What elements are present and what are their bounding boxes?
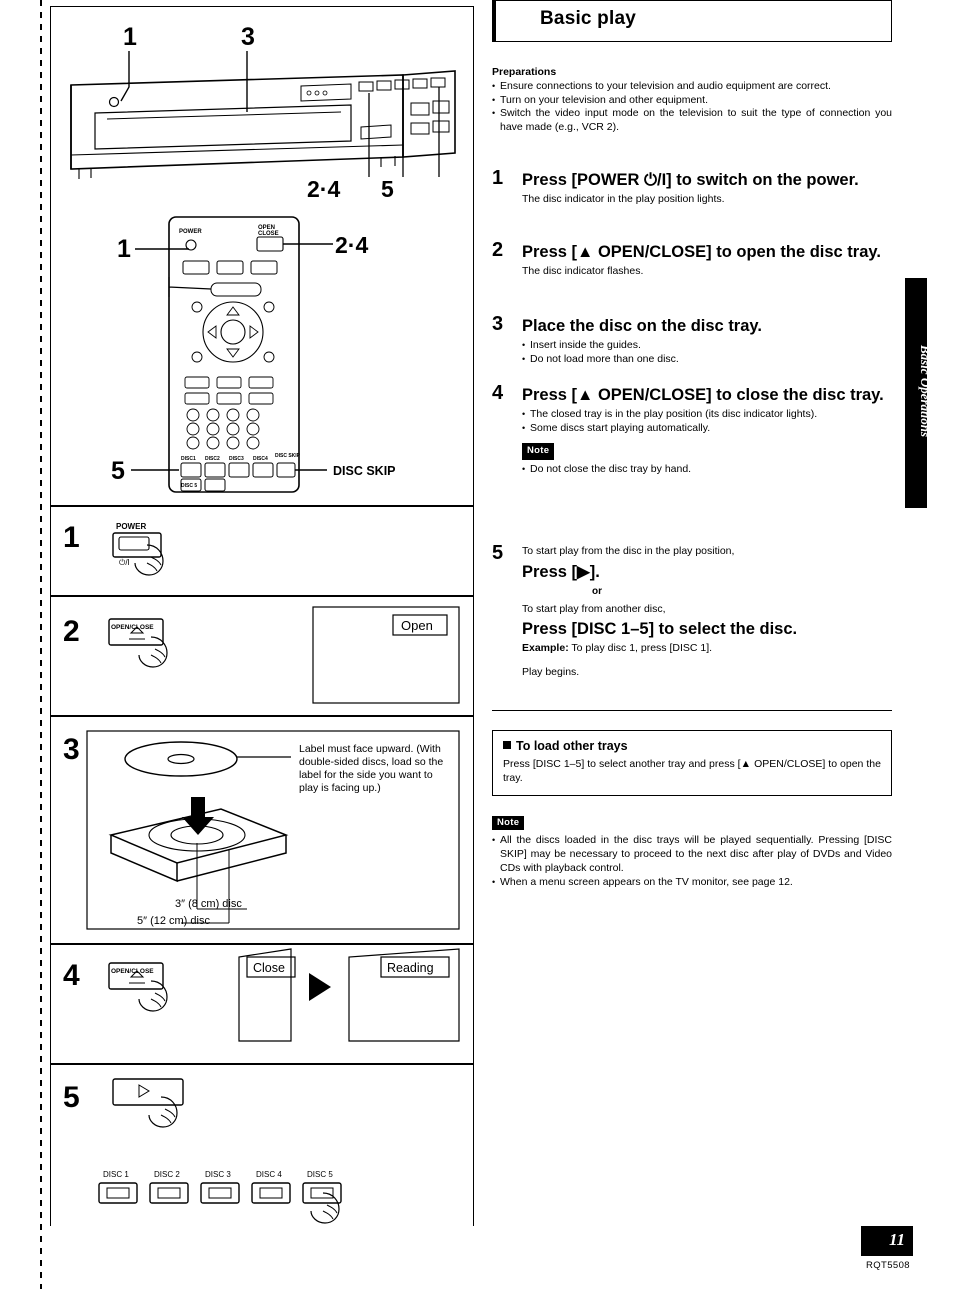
page-spine-dashes <box>40 0 42 1289</box>
step-subtext: The disc indicator in the play position … <box>522 193 725 205</box>
panel-step-1: 1 POWER ⏻/I <box>50 506 474 596</box>
page-title: Basic play <box>540 8 636 29</box>
svg-text:CLOSE: CLOSE <box>258 231 279 237</box>
svg-text:2·4: 2·4 <box>335 232 368 258</box>
svg-text:DISC1: DISC1 <box>181 456 196 462</box>
step-number: 2 <box>492 239 504 261</box>
step-1: 1 Press [POWER ⏻/I] to switch on the pow… <box>492 167 892 207</box>
load-trays-heading-text: To load other trays <box>516 739 628 753</box>
step5-heading: Press [▶]. <box>522 563 600 581</box>
svg-text:Open: Open <box>401 618 433 633</box>
svg-text:POWER: POWER <box>179 229 202 235</box>
svg-text:4: 4 <box>63 959 80 992</box>
step-subtext: The disc indicator flashes. <box>522 265 644 277</box>
step5-lead2: To start play from another disc, <box>522 603 666 615</box>
step-heading: Press [▲ OPEN/CLOSE] to close the disc t… <box>522 386 884 404</box>
svg-text:3: 3 <box>63 733 80 766</box>
step-number: 1 <box>492 167 504 189</box>
svg-text:5″ (12 cm) disc: 5″ (12 cm) disc <box>137 915 210 927</box>
step5-tail: Play begins. <box>522 666 580 678</box>
svg-text:DISC 3: DISC 3 <box>205 1170 231 1179</box>
svg-text:2: 2 <box>63 615 80 648</box>
step-number: 5 <box>492 542 504 564</box>
page-number: 11 <box>888 1230 905 1249</box>
svg-text:DISC SKIP: DISC SKIP <box>275 453 301 459</box>
step-bullet: Do not load more than one disc. <box>522 353 892 367</box>
prep-item: Turn on your television and other equipm… <box>492 94 892 108</box>
box-load-other-trays: To load other trays Press [DISC 1–5] to … <box>492 730 892 796</box>
preparations-list: Ensure connections to your television an… <box>492 80 892 134</box>
svg-text:1: 1 <box>123 23 137 51</box>
svg-text:5: 5 <box>111 457 125 485</box>
panel-step-5: 5 DISC 1 DISC 2 DISC 3 DISC 4 DISC 5 <box>50 1064 474 1226</box>
step5-heading2: Press [DISC 1–5] to select the disc. <box>522 620 798 638</box>
example-text: To play disc 1, press [DISC 1]. <box>571 642 713 654</box>
svg-text:3″ (8 cm) disc: 3″ (8 cm) disc <box>175 898 242 910</box>
prep-item: Switch the video input mode on the telev… <box>492 107 892 134</box>
step-2: 2 Press [▲ OPEN/CLOSE] to open the disc … <box>492 239 892 279</box>
svg-text:DISC4: DISC4 <box>253 456 268 462</box>
square-bullet-icon <box>503 741 511 749</box>
svg-text:DISC 4: DISC 4 <box>256 1170 282 1179</box>
svg-text:1: 1 <box>63 521 80 554</box>
step-bullet: Insert inside the guides. <box>522 339 892 353</box>
prep-item: Ensure connections to your television an… <box>492 80 892 94</box>
note-bullet: Do not close the disc tray by hand. <box>522 463 892 477</box>
label-face-upward-note: Label must face upward. (With double-sid… <box>299 743 444 794</box>
step-bullet: Some discs start playing automatically. <box>522 422 892 436</box>
side-tab-label: Basic Operations <box>918 344 933 438</box>
manual-page: 1 3 2·4 5 POWER OPEN CLOSE DISC1 DISC2 D… <box>0 0 954 1289</box>
svg-text:3: 3 <box>241 23 255 51</box>
step5-or: or <box>592 586 602 597</box>
section-title-box: Basic play <box>492 0 892 42</box>
svg-text:Close: Close <box>253 961 285 975</box>
svg-text:DISC3: DISC3 <box>229 456 244 462</box>
side-tab-basic-operations: Basic Operations <box>905 278 933 508</box>
step5-lead: To start play from the disc in the play … <box>522 545 735 557</box>
divider-rule <box>492 710 892 712</box>
left-illustration-column: 1 3 2·4 5 POWER OPEN CLOSE DISC1 DISC2 D… <box>50 6 474 1226</box>
step-heading: Place the disc on the disc tray. <box>522 317 762 335</box>
note-bullet: All the discs loaded in the disc trays w… <box>492 834 892 875</box>
step-5: 5 To start play from the disc in the pla… <box>492 542 892 678</box>
note-bullet: When a menu screen appears on the TV mon… <box>492 876 892 890</box>
svg-text:DISC 5: DISC 5 <box>307 1170 333 1179</box>
svg-text:DISC 2: DISC 2 <box>154 1170 180 1179</box>
svg-text:Reading: Reading <box>387 961 434 975</box>
svg-text:1: 1 <box>117 235 131 263</box>
document-code: RQT5508 <box>866 1260 910 1271</box>
svg-text:DISC2: DISC2 <box>205 456 220 462</box>
svg-text:POWER: POWER <box>116 522 146 531</box>
note-tag: Note <box>492 816 525 830</box>
preparations-heading: Preparations <box>492 66 557 78</box>
step-3: 3 Place the disc on the disc tray. Inser… <box>492 313 892 367</box>
panel-device-and-remote: 1 3 2·4 5 POWER OPEN CLOSE DISC1 DISC2 D… <box>50 6 474 506</box>
step-4: 4 Press [▲ OPEN/CLOSE] to close the disc… <box>492 382 892 477</box>
svg-text:5: 5 <box>381 176 394 202</box>
svg-text:DISC SKIP: DISC SKIP <box>333 464 396 478</box>
svg-text:⏻/I: ⏻/I <box>119 558 130 567</box>
note-tag: Note <box>522 443 555 460</box>
load-trays-body: Press [DISC 1–5] to select another tray … <box>503 758 881 784</box>
step-bullet: The closed tray is in the play position … <box>522 408 892 422</box>
svg-text:DISC 5: DISC 5 <box>181 483 197 489</box>
step-number: 4 <box>492 382 504 404</box>
svg-text:2·4: 2·4 <box>307 176 340 202</box>
step-number: 3 <box>492 313 504 335</box>
svg-text:5: 5 <box>63 1081 80 1114</box>
svg-text:OPEN/CLOSE: OPEN/CLOSE <box>111 624 154 631</box>
panel-step-2: 2 OPEN/CLOSE Open <box>50 596 474 716</box>
step-heading: Press [POWER ⏻/I] to switch on the power… <box>522 171 859 189</box>
step-heading: Press [▲ OPEN/CLOSE] to open the disc tr… <box>522 243 881 261</box>
panel-step-4: 4 OPEN/CLOSE Close Reading <box>50 944 474 1064</box>
svg-text:DISC 1: DISC 1 <box>103 1170 129 1179</box>
load-trays-heading: To load other trays <box>503 739 881 753</box>
page-number-box: 11 <box>861 1226 913 1256</box>
svg-text:OPEN/CLOSE: OPEN/CLOSE <box>111 968 154 975</box>
example-label: Example: <box>522 642 569 654</box>
bottom-note-block: Note All the discs loaded in the disc tr… <box>492 812 892 890</box>
panel-step-3: 3 3″ (8 cm) disc 5″ (12 cm) disc Label m… <box>50 716 474 944</box>
